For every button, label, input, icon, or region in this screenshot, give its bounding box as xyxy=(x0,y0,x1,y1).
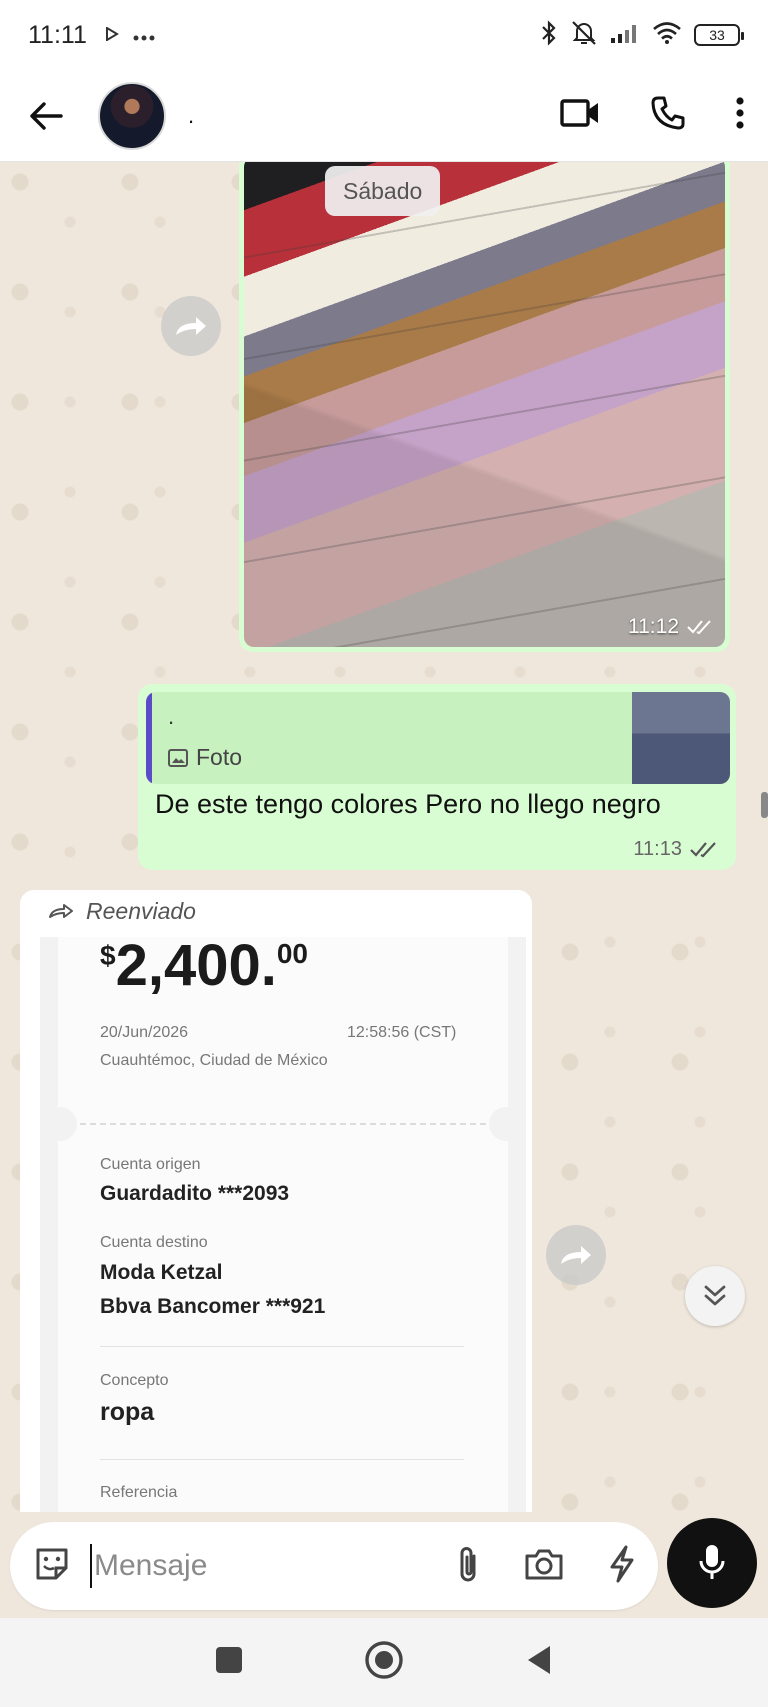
recents-button[interactable] xyxy=(214,1645,244,1680)
destination-name: Moda Ketzal xyxy=(100,1261,223,1284)
video-call-button[interactable] xyxy=(560,98,600,133)
message-composer: Mensaje xyxy=(10,1522,658,1610)
arrow-left-icon xyxy=(30,101,63,130)
voice-message-button[interactable] xyxy=(667,1518,757,1608)
origin-account-label: Cuenta origen xyxy=(100,1156,201,1173)
play-notification-icon xyxy=(105,25,119,46)
attach-button[interactable] xyxy=(456,1544,480,1589)
scrollbar-thumb[interactable] xyxy=(761,792,768,818)
quick-actions-button[interactable] xyxy=(608,1545,636,1588)
scroll-to-bottom-button[interactable] xyxy=(685,1266,745,1326)
chat-header: . xyxy=(0,70,768,162)
double-chevron-down-icon xyxy=(704,1285,726,1306)
quoted-message[interactable]: . Foto xyxy=(146,692,730,784)
more-notifications-icon xyxy=(133,25,155,46)
reference-label: Referencia xyxy=(100,1484,178,1501)
date-chip: Sábado xyxy=(325,166,441,216)
receipt-time: 12:58:56 (CST) xyxy=(347,1024,457,1041)
sweaters-photo[interactable]: 11:12 xyxy=(244,162,725,647)
status-time: 11:11 xyxy=(28,20,87,49)
paperclip-icon xyxy=(460,1546,476,1581)
signal-icon xyxy=(610,22,640,49)
destination-account-label: Cuenta destino xyxy=(100,1234,208,1251)
forwarded-icon xyxy=(49,903,73,918)
reply-message-time: 11:13 xyxy=(633,838,682,860)
microphone-icon xyxy=(699,1545,725,1579)
circle-icon xyxy=(365,1641,403,1679)
concept-value: ropa xyxy=(100,1398,155,1426)
receipt-location: Cuauhtémoc, Ciudad de México xyxy=(100,1052,328,1069)
forward-photo-button[interactable] xyxy=(161,296,221,356)
chat-area[interactable]: 11:12 Sábado . Foto De este tengo colore… xyxy=(0,162,768,1512)
voice-call-button[interactable] xyxy=(650,95,686,136)
destination-bank: Bbva Bancomer ***921 xyxy=(100,1295,326,1318)
forward-arrow-icon xyxy=(561,1246,591,1264)
home-button[interactable] xyxy=(364,1640,404,1685)
video-camera-icon xyxy=(560,99,598,127)
forwarded-label: Reenviado xyxy=(86,898,196,924)
contact-avatar[interactable] xyxy=(98,81,166,150)
quoted-kind: Foto xyxy=(196,744,243,770)
square-icon xyxy=(216,1647,242,1673)
wifi-icon xyxy=(652,21,682,50)
photo-message-time: 11:12 xyxy=(628,615,679,638)
sticker-button[interactable] xyxy=(32,1544,72,1589)
back-nav-button[interactable] xyxy=(524,1644,554,1681)
phone-icon xyxy=(651,96,685,130)
mute-icon xyxy=(570,20,598,51)
more-options-button[interactable] xyxy=(736,97,744,134)
bluetooth-icon xyxy=(540,19,558,51)
quoted-photo-thumbnail xyxy=(632,692,730,784)
quoted-author: . xyxy=(168,704,175,729)
double-check-icon xyxy=(687,620,711,635)
kebab-menu-icon xyxy=(736,97,744,129)
reply-message-text: De este tengo colores Pero no llego negr… xyxy=(155,789,661,819)
sticker-icon xyxy=(36,1548,68,1579)
camera-icon xyxy=(525,1549,563,1579)
origin-account-value: Guardadito ***2093 xyxy=(100,1182,290,1205)
photo-icon xyxy=(168,748,188,767)
forward-arrow-icon xyxy=(176,317,206,335)
message-input[interactable]: Mensaje xyxy=(94,1549,207,1583)
system-navigation-bar xyxy=(0,1618,768,1707)
receipt-amount: $ 2,400. 00 xyxy=(100,933,308,998)
photo-message[interactable]: 11:12 xyxy=(239,162,730,652)
battery-icon: 33 xyxy=(694,24,744,46)
receipt-date: 20/Jun/2026 xyxy=(100,1024,189,1041)
forward-receipt-button[interactable] xyxy=(546,1225,606,1285)
back-button[interactable] xyxy=(24,94,68,138)
status-bar: 11:11 33 xyxy=(0,0,768,70)
lightning-icon xyxy=(610,1545,634,1582)
camera-button[interactable] xyxy=(524,1547,564,1586)
triangle-back-icon xyxy=(528,1646,550,1674)
concept-label: Concepto xyxy=(100,1372,169,1389)
contact-name[interactable]: . xyxy=(188,103,194,129)
double-check-icon xyxy=(690,841,716,857)
